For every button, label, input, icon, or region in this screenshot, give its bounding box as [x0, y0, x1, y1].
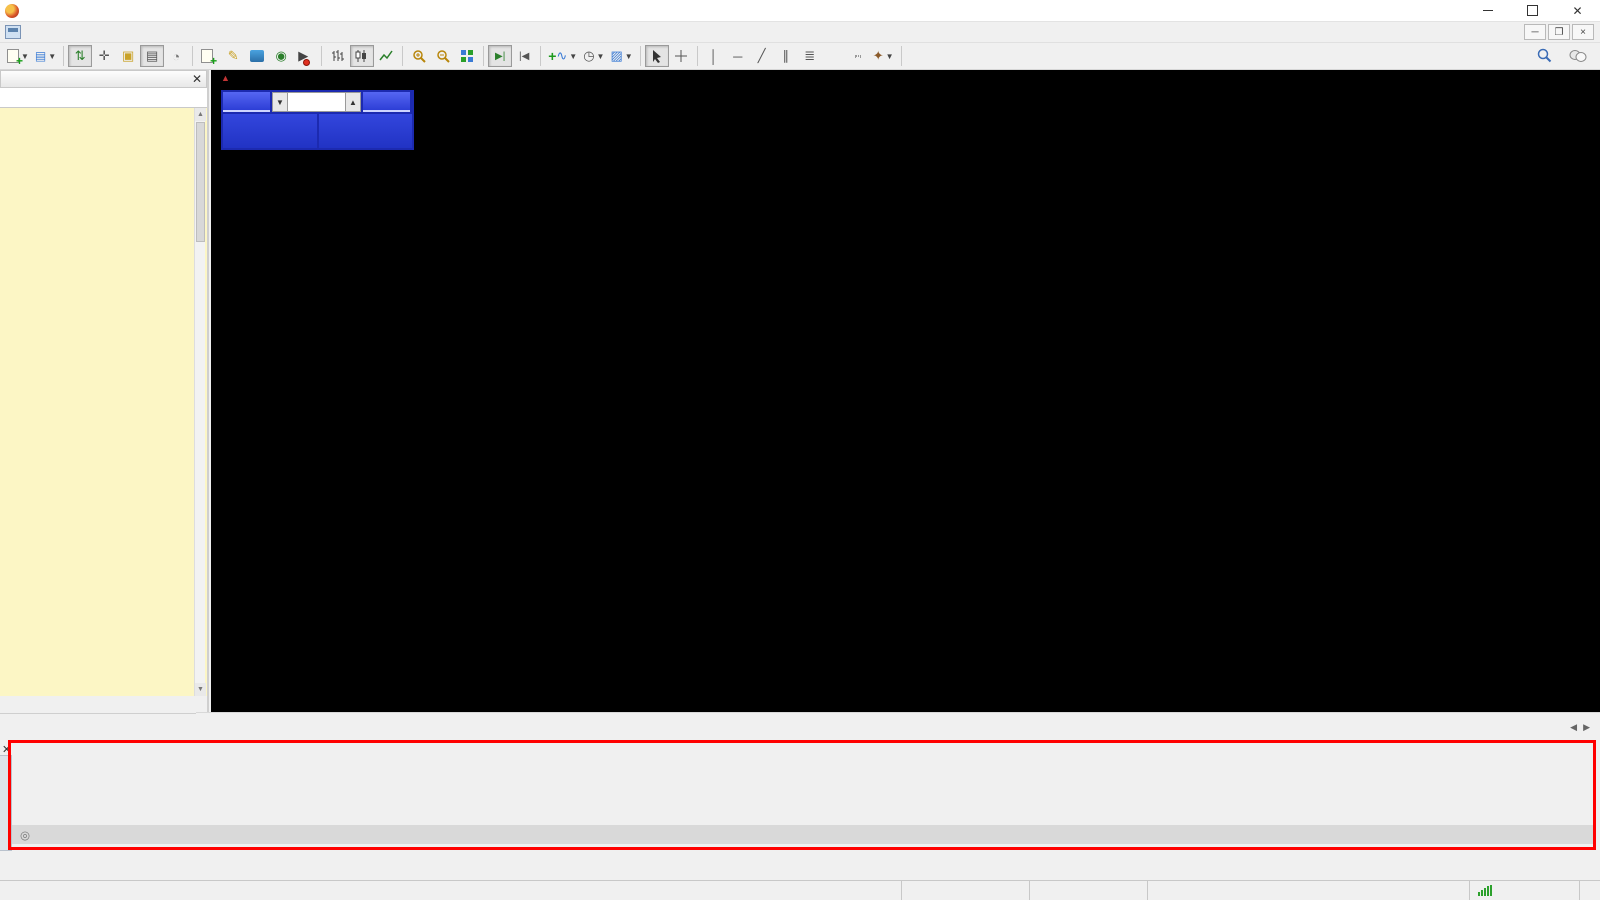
buy-price-display[interactable] — [318, 114, 412, 148]
minimize-button[interactable] — [1465, 0, 1510, 22]
crosshair-button[interactable] — [669, 45, 693, 67]
auto-scroll-button[interactable]: ▶| — [488, 45, 513, 67]
market-watch-scrollbar[interactable]: ▲ ▼ — [194, 108, 206, 696]
chart-shift-button[interactable]: |◀ — [512, 45, 536, 67]
community-icon[interactable] — [1566, 45, 1590, 67]
publish-chart-button[interactable] — [245, 45, 269, 67]
arrows-button[interactable]: ✦ ▼ — [870, 45, 897, 67]
strategy-tester-button[interactable]: ◔ — [164, 45, 188, 67]
vertical-line-button[interactable]: │ — [702, 45, 726, 67]
bar-chart-button[interactable] — [326, 45, 350, 67]
price-chart[interactable] — [211, 70, 1600, 712]
new-order-button[interactable]: + — [197, 45, 221, 67]
tab-scroll-right-icon[interactable]: ▶ — [1583, 722, 1590, 733]
market-watch-toggle-button[interactable]: ⇅ — [68, 45, 93, 67]
scroll-down-icon[interactable]: ▼ — [195, 683, 206, 696]
sell-button[interactable] — [223, 92, 270, 112]
buy-button[interactable] — [363, 92, 410, 112]
status-help-text — [0, 881, 902, 900]
market-watch-panel: ✕ ▲ ▼ — [0, 70, 209, 737]
terminal-panel: ✕ ◎ — [0, 737, 1600, 880]
zoom-out-button[interactable] — [431, 45, 455, 67]
mt4-window: ✕ ─ ❐ × + ▼ ▤ ▼ ⇅ ✛ ▣ ▤ ◔ + ✎ ◉ ▶ ▶| |◀ … — [0, 0, 1600, 900]
templates-button[interactable]: ▨ ▼ — [607, 45, 635, 67]
oneclick-collapse-icon[interactable]: ▲ — [221, 73, 230, 83]
equidistant-channel-button[interactable]: ∥ — [774, 45, 798, 67]
horizontal-line-button[interactable]: ─ — [726, 45, 750, 67]
line-chart-button[interactable] — [374, 45, 398, 67]
search-icon[interactable] — [1532, 45, 1556, 67]
app-logo-icon — [5, 3, 19, 18]
scrollbar-thumb[interactable] — [196, 122, 205, 242]
volume-increase-icon[interactable]: ▲ — [345, 92, 361, 112]
chart-area[interactable]: ▲ ▼ ▲ — [211, 70, 1600, 712]
account-summary-row: ◎ — [12, 825, 1594, 844]
title-bar: ✕ — [0, 0, 1600, 22]
terminal-side-strip — [0, 755, 12, 851]
metaeditor-button[interactable]: ✎ — [221, 45, 245, 67]
indicators-button[interactable]: + ∿ ▼ — [545, 45, 580, 67]
close-button[interactable]: ✕ — [1555, 0, 1600, 22]
sell-price-display[interactable] — [223, 114, 317, 148]
volume-decrease-icon[interactable]: ▼ — [272, 92, 288, 112]
data-window-button[interactable]: ✛ — [92, 45, 116, 67]
child-minimize-button[interactable]: ─ — [1524, 24, 1546, 40]
status-bar-time — [1030, 881, 1148, 900]
autotrading-icon: ▶ — [298, 48, 311, 66]
chart-tab-bar: ◀ ▶ — [196, 712, 1600, 737]
tab-scroll-left-icon[interactable]: ◀ — [1570, 722, 1577, 733]
chart-header: ▲ — [221, 73, 246, 83]
fibonacci-button[interactable]: ≣ — [798, 45, 822, 67]
status-profile[interactable] — [902, 881, 1030, 900]
toolbar: + ▼ ▤ ▼ ⇅ ✛ ▣ ▤ ◔ + ✎ ◉ ▶ ▶| |◀ + ∿ ▼ ◷ ▼ — [0, 43, 1600, 70]
navigator-button[interactable]: ▣ — [116, 45, 140, 67]
market-watch-header[interactable]: ✕ — [0, 70, 207, 88]
market-watch-close-icon[interactable]: ✕ — [192, 72, 202, 86]
status-ohlcv — [1148, 881, 1470, 900]
menu-bar: ─ ❐ × — [0, 22, 1600, 43]
periods-button[interactable]: ◷ ▼ — [580, 45, 607, 67]
summary-icon: ◎ — [20, 829, 31, 842]
status-network — [1470, 881, 1580, 900]
candlestick-button[interactable] — [350, 45, 375, 67]
market-watch-tabs — [0, 713, 209, 737]
market-watch-column-headers — [0, 88, 207, 108]
new-order-icon: + — [201, 49, 217, 67]
autotrading-button[interactable]: ▶ — [293, 45, 317, 67]
new-chart-button[interactable]: + ▼ — [4, 45, 32, 67]
zoom-in-button[interactable] — [407, 45, 431, 67]
text-label-button[interactable] — [846, 45, 870, 67]
scroll-up-icon[interactable]: ▲ — [195, 108, 206, 121]
signals-button[interactable]: ◉ — [269, 45, 293, 67]
tile-windows-button[interactable] — [455, 45, 479, 67]
connection-bars-icon — [1478, 885, 1492, 896]
child-close-button[interactable]: × — [1572, 24, 1594, 40]
trendline-button[interactable]: ╱ — [750, 45, 774, 67]
terminal-toggle-button[interactable]: ▤ — [140, 45, 165, 67]
one-click-trading-panel: ▼ ▲ — [221, 90, 414, 150]
cursor-button[interactable] — [644, 45, 669, 67]
child-restore-button[interactable]: ❐ — [1548, 24, 1570, 40]
maximize-button[interactable] — [1510, 0, 1555, 22]
volume-stepper: ▼ ▲ — [272, 92, 361, 112]
child-window-icon[interactable] — [5, 25, 21, 39]
volume-input[interactable] — [288, 92, 345, 112]
text-button[interactable] — [822, 45, 846, 67]
status-bar — [0, 880, 1600, 900]
profiles-button[interactable]: ▤ ▼ — [32, 45, 59, 67]
